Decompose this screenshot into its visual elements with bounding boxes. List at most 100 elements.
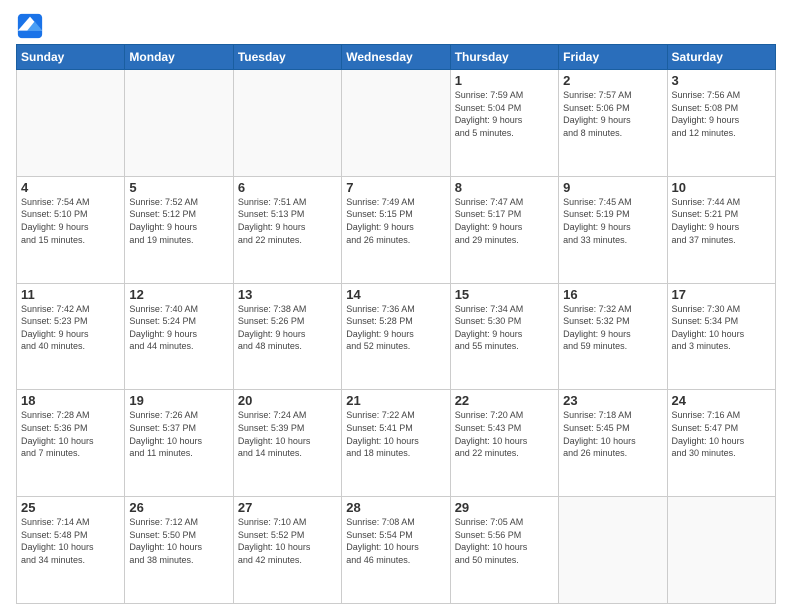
day-info: Sunrise: 7:38 AM Sunset: 5:26 PM Dayligh… xyxy=(238,303,337,353)
day-info: Sunrise: 7:51 AM Sunset: 5:13 PM Dayligh… xyxy=(238,196,337,246)
day-number: 18 xyxy=(21,393,120,408)
day-info: Sunrise: 7:36 AM Sunset: 5:28 PM Dayligh… xyxy=(346,303,445,353)
day-info: Sunrise: 7:10 AM Sunset: 5:52 PM Dayligh… xyxy=(238,516,337,566)
calendar-cell xyxy=(559,497,667,604)
day-number: 11 xyxy=(21,287,120,302)
calendar-cell: 19Sunrise: 7:26 AM Sunset: 5:37 PM Dayli… xyxy=(125,390,233,497)
page: SundayMondayTuesdayWednesdayThursdayFrid… xyxy=(0,0,792,612)
logo-icon xyxy=(16,12,44,40)
day-info: Sunrise: 7:05 AM Sunset: 5:56 PM Dayligh… xyxy=(455,516,554,566)
day-number: 19 xyxy=(129,393,228,408)
calendar-header-friday: Friday xyxy=(559,45,667,70)
calendar-week-row: 4Sunrise: 7:54 AM Sunset: 5:10 PM Daylig… xyxy=(17,176,776,283)
day-number: 8 xyxy=(455,180,554,195)
day-number: 12 xyxy=(129,287,228,302)
day-info: Sunrise: 7:44 AM Sunset: 5:21 PM Dayligh… xyxy=(672,196,771,246)
calendar-cell: 15Sunrise: 7:34 AM Sunset: 5:30 PM Dayli… xyxy=(450,283,558,390)
day-info: Sunrise: 7:42 AM Sunset: 5:23 PM Dayligh… xyxy=(21,303,120,353)
day-number: 25 xyxy=(21,500,120,515)
calendar-cell xyxy=(233,70,341,177)
day-info: Sunrise: 7:52 AM Sunset: 5:12 PM Dayligh… xyxy=(129,196,228,246)
calendar-cell xyxy=(17,70,125,177)
day-info: Sunrise: 7:12 AM Sunset: 5:50 PM Dayligh… xyxy=(129,516,228,566)
calendar-cell: 20Sunrise: 7:24 AM Sunset: 5:39 PM Dayli… xyxy=(233,390,341,497)
calendar-cell: 11Sunrise: 7:42 AM Sunset: 5:23 PM Dayli… xyxy=(17,283,125,390)
calendar-cell: 23Sunrise: 7:18 AM Sunset: 5:45 PM Dayli… xyxy=(559,390,667,497)
day-info: Sunrise: 7:26 AM Sunset: 5:37 PM Dayligh… xyxy=(129,409,228,459)
day-info: Sunrise: 7:16 AM Sunset: 5:47 PM Dayligh… xyxy=(672,409,771,459)
calendar-cell: 18Sunrise: 7:28 AM Sunset: 5:36 PM Dayli… xyxy=(17,390,125,497)
calendar-cell: 25Sunrise: 7:14 AM Sunset: 5:48 PM Dayli… xyxy=(17,497,125,604)
day-info: Sunrise: 7:59 AM Sunset: 5:04 PM Dayligh… xyxy=(455,89,554,139)
calendar-table: SundayMondayTuesdayWednesdayThursdayFrid… xyxy=(16,44,776,604)
day-number: 6 xyxy=(238,180,337,195)
day-number: 28 xyxy=(346,500,445,515)
calendar-cell: 29Sunrise: 7:05 AM Sunset: 5:56 PM Dayli… xyxy=(450,497,558,604)
day-number: 10 xyxy=(672,180,771,195)
day-number: 3 xyxy=(672,73,771,88)
day-info: Sunrise: 7:49 AM Sunset: 5:15 PM Dayligh… xyxy=(346,196,445,246)
calendar-cell: 9Sunrise: 7:45 AM Sunset: 5:19 PM Daylig… xyxy=(559,176,667,283)
calendar-week-row: 1Sunrise: 7:59 AM Sunset: 5:04 PM Daylig… xyxy=(17,70,776,177)
calendar-cell: 27Sunrise: 7:10 AM Sunset: 5:52 PM Dayli… xyxy=(233,497,341,604)
day-number: 26 xyxy=(129,500,228,515)
day-number: 9 xyxy=(563,180,662,195)
calendar-cell: 13Sunrise: 7:38 AM Sunset: 5:26 PM Dayli… xyxy=(233,283,341,390)
calendar-week-row: 25Sunrise: 7:14 AM Sunset: 5:48 PM Dayli… xyxy=(17,497,776,604)
day-number: 16 xyxy=(563,287,662,302)
day-number: 17 xyxy=(672,287,771,302)
day-info: Sunrise: 7:28 AM Sunset: 5:36 PM Dayligh… xyxy=(21,409,120,459)
calendar-header-row: SundayMondayTuesdayWednesdayThursdayFrid… xyxy=(17,45,776,70)
calendar-cell xyxy=(125,70,233,177)
calendar-cell: 6Sunrise: 7:51 AM Sunset: 5:13 PM Daylig… xyxy=(233,176,341,283)
day-number: 29 xyxy=(455,500,554,515)
day-info: Sunrise: 7:08 AM Sunset: 5:54 PM Dayligh… xyxy=(346,516,445,566)
day-info: Sunrise: 7:45 AM Sunset: 5:19 PM Dayligh… xyxy=(563,196,662,246)
day-info: Sunrise: 7:57 AM Sunset: 5:06 PM Dayligh… xyxy=(563,89,662,139)
calendar-cell: 8Sunrise: 7:47 AM Sunset: 5:17 PM Daylig… xyxy=(450,176,558,283)
calendar-header-saturday: Saturday xyxy=(667,45,775,70)
calendar-cell: 16Sunrise: 7:32 AM Sunset: 5:32 PM Dayli… xyxy=(559,283,667,390)
calendar-cell: 4Sunrise: 7:54 AM Sunset: 5:10 PM Daylig… xyxy=(17,176,125,283)
calendar-cell: 17Sunrise: 7:30 AM Sunset: 5:34 PM Dayli… xyxy=(667,283,775,390)
day-info: Sunrise: 7:56 AM Sunset: 5:08 PM Dayligh… xyxy=(672,89,771,139)
day-number: 15 xyxy=(455,287,554,302)
day-info: Sunrise: 7:34 AM Sunset: 5:30 PM Dayligh… xyxy=(455,303,554,353)
day-number: 20 xyxy=(238,393,337,408)
calendar-cell xyxy=(667,497,775,604)
calendar-header-tuesday: Tuesday xyxy=(233,45,341,70)
calendar-cell: 7Sunrise: 7:49 AM Sunset: 5:15 PM Daylig… xyxy=(342,176,450,283)
day-number: 27 xyxy=(238,500,337,515)
day-info: Sunrise: 7:24 AM Sunset: 5:39 PM Dayligh… xyxy=(238,409,337,459)
day-number: 24 xyxy=(672,393,771,408)
calendar-cell: 14Sunrise: 7:36 AM Sunset: 5:28 PM Dayli… xyxy=(342,283,450,390)
day-info: Sunrise: 7:20 AM Sunset: 5:43 PM Dayligh… xyxy=(455,409,554,459)
calendar-cell: 22Sunrise: 7:20 AM Sunset: 5:43 PM Dayli… xyxy=(450,390,558,497)
day-number: 1 xyxy=(455,73,554,88)
day-info: Sunrise: 7:14 AM Sunset: 5:48 PM Dayligh… xyxy=(21,516,120,566)
day-number: 7 xyxy=(346,180,445,195)
calendar-cell: 1Sunrise: 7:59 AM Sunset: 5:04 PM Daylig… xyxy=(450,70,558,177)
calendar-header-monday: Monday xyxy=(125,45,233,70)
day-info: Sunrise: 7:40 AM Sunset: 5:24 PM Dayligh… xyxy=(129,303,228,353)
calendar-cell xyxy=(342,70,450,177)
calendar-cell: 28Sunrise: 7:08 AM Sunset: 5:54 PM Dayli… xyxy=(342,497,450,604)
day-number: 23 xyxy=(563,393,662,408)
calendar-cell: 26Sunrise: 7:12 AM Sunset: 5:50 PM Dayli… xyxy=(125,497,233,604)
day-info: Sunrise: 7:22 AM Sunset: 5:41 PM Dayligh… xyxy=(346,409,445,459)
calendar-cell: 21Sunrise: 7:22 AM Sunset: 5:41 PM Dayli… xyxy=(342,390,450,497)
logo xyxy=(16,12,48,40)
calendar-header-sunday: Sunday xyxy=(17,45,125,70)
header xyxy=(16,12,776,40)
calendar-cell: 10Sunrise: 7:44 AM Sunset: 5:21 PM Dayli… xyxy=(667,176,775,283)
day-info: Sunrise: 7:18 AM Sunset: 5:45 PM Dayligh… xyxy=(563,409,662,459)
day-number: 2 xyxy=(563,73,662,88)
calendar-cell: 24Sunrise: 7:16 AM Sunset: 5:47 PM Dayli… xyxy=(667,390,775,497)
calendar-header-wednesday: Wednesday xyxy=(342,45,450,70)
day-info: Sunrise: 7:32 AM Sunset: 5:32 PM Dayligh… xyxy=(563,303,662,353)
day-number: 13 xyxy=(238,287,337,302)
day-number: 4 xyxy=(21,180,120,195)
day-number: 22 xyxy=(455,393,554,408)
calendar-week-row: 11Sunrise: 7:42 AM Sunset: 5:23 PM Dayli… xyxy=(17,283,776,390)
day-number: 21 xyxy=(346,393,445,408)
